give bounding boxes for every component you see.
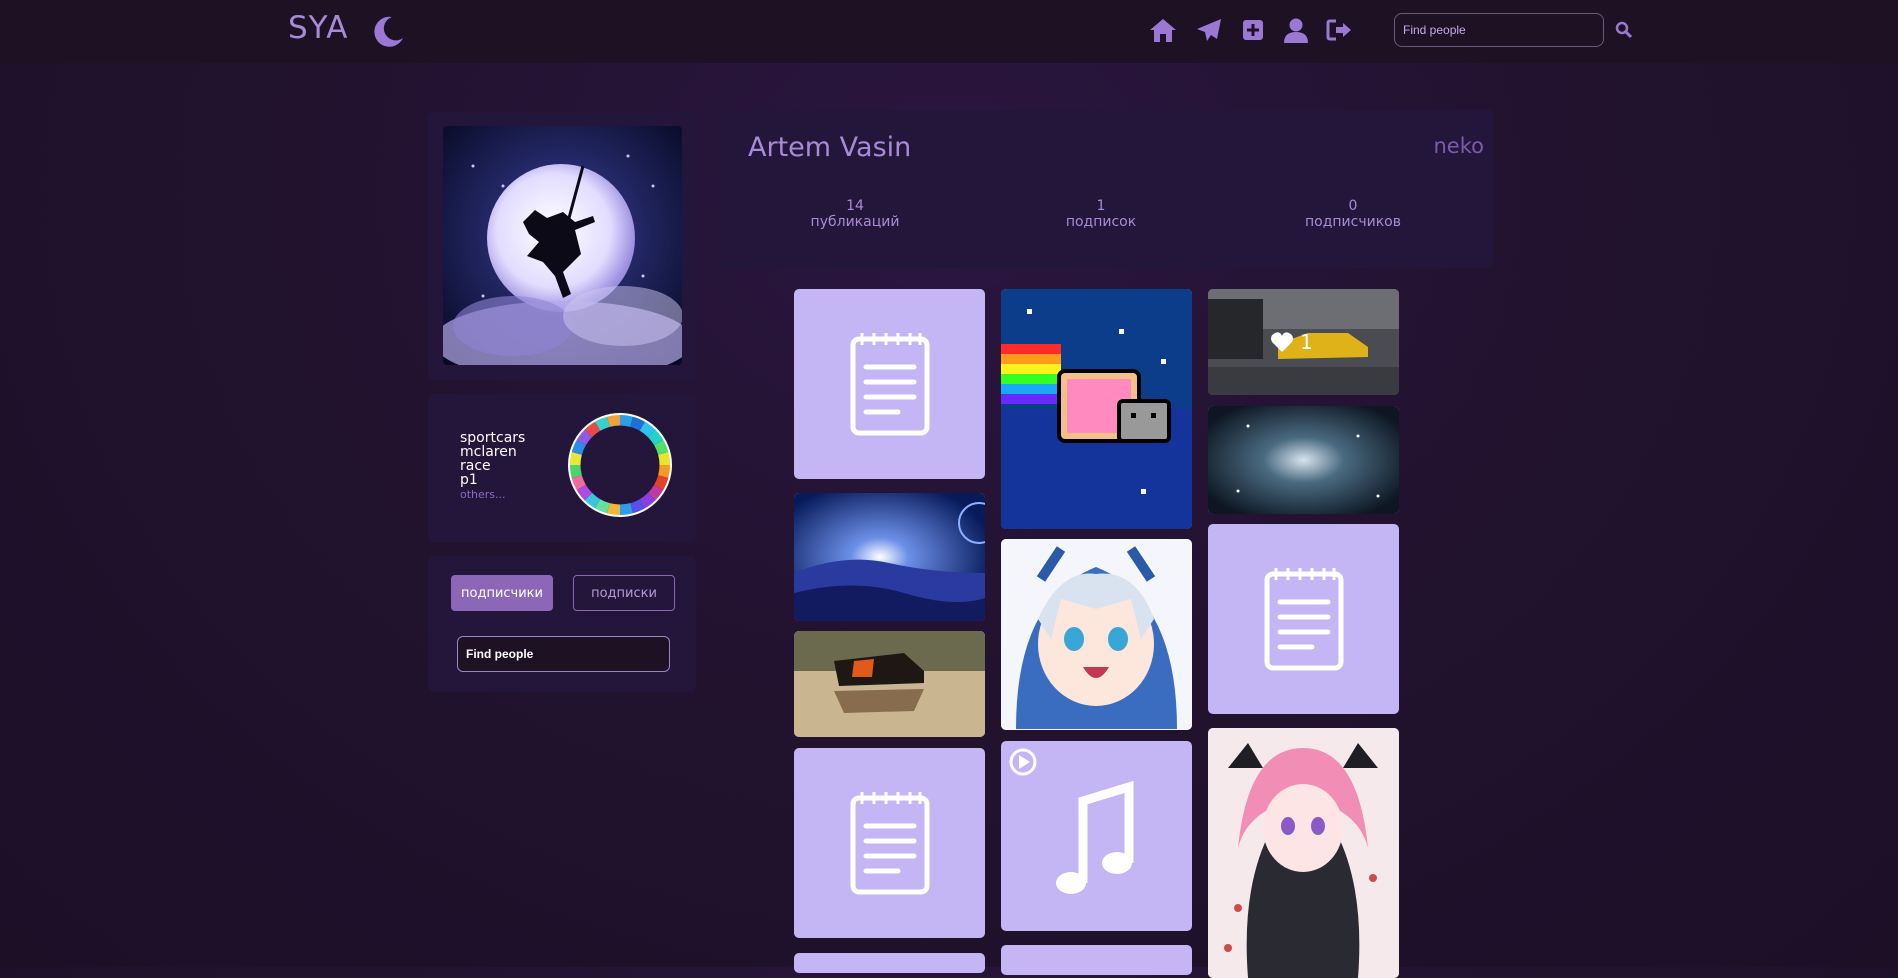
app-logo[interactable]: SYA [288, 10, 348, 46]
donut-segment [594, 416, 610, 431]
like-count: 1 [1300, 330, 1313, 354]
donut-segment [594, 499, 610, 514]
donut-segment [654, 439, 669, 455]
heart-icon [1271, 332, 1293, 352]
donut-segment [630, 499, 646, 514]
moon-icon[interactable] [370, 14, 406, 50]
donut-segment [639, 421, 656, 438]
stat-followers[interactable]: 0 подписчиков [1273, 198, 1433, 230]
post-tile-text[interactable] [794, 748, 985, 938]
post-tile-image[interactable] [1001, 539, 1192, 730]
top-navbar: SYA [0, 0, 1898, 63]
stat-number: 0 [1348, 198, 1358, 214]
donut-segment [654, 475, 669, 491]
donut-segment [647, 429, 664, 446]
post-tile-image[interactable] [794, 631, 985, 737]
notepad-icon [850, 792, 930, 895]
profile-name: Artem Vasin [748, 132, 912, 163]
search-icon[interactable] [1612, 18, 1636, 42]
logout-icon[interactable] [1325, 15, 1355, 45]
stat-label: подписок [1065, 214, 1137, 230]
home-icon[interactable] [1148, 15, 1178, 45]
donut-segment [658, 464, 671, 479]
post-tile-text[interactable] [794, 953, 985, 973]
avatar-card [428, 112, 696, 380]
donut-segment [576, 484, 593, 501]
donut-segment [571, 439, 586, 455]
post-tile-image[interactable] [794, 493, 985, 621]
stat-posts[interactable]: 14 публикаций [775, 198, 935, 230]
post-tile-image[interactable] [1001, 289, 1192, 529]
stat-label: публикаций [810, 214, 900, 230]
donut-segment [639, 492, 656, 509]
send-icon[interactable] [1194, 15, 1224, 45]
avatar[interactable] [443, 126, 682, 365]
donut-segment [606, 503, 621, 516]
search-input[interactable] [1394, 13, 1604, 47]
donut-segment [647, 484, 664, 501]
follow-card: подписчики подписки [428, 556, 696, 692]
find-people-input[interactable] [457, 636, 670, 672]
donut-segment [630, 416, 646, 431]
profile-card: Artem Vasin neko 14 публикаций 1 подписо… [718, 110, 1494, 268]
donut-segment [584, 492, 601, 509]
donut-segment [571, 475, 586, 491]
tag-others-link[interactable]: others... [460, 488, 506, 501]
post-tile-audio[interactable] [1001, 945, 1192, 975]
tags-card: sportcars mclaren race p1 others... [428, 394, 696, 542]
donut-segment [569, 451, 582, 466]
donut-segment [569, 464, 582, 479]
notepad-icon [1264, 568, 1344, 671]
post-tile-text[interactable] [1208, 524, 1399, 714]
post-tile-image[interactable] [1208, 406, 1399, 514]
donut-segment [606, 414, 621, 427]
post-tile-audio[interactable] [1001, 741, 1192, 931]
notepad-icon [850, 333, 930, 436]
add-post-icon[interactable] [1238, 15, 1268, 45]
profile-nickname: neko [1433, 134, 1485, 158]
donut-outline [568, 413, 672, 517]
stat-label: подписчиков [1305, 214, 1401, 230]
stat-following[interactable]: 1 подписок [1021, 198, 1181, 230]
user-icon[interactable] [1281, 15, 1311, 45]
tag-item[interactable]: p1 [460, 472, 478, 488]
donut-segment [584, 421, 601, 438]
following-button[interactable]: подписки [573, 575, 675, 611]
donut-segment [576, 429, 593, 446]
donut-segment [619, 503, 634, 516]
stat-number: 1 [1096, 198, 1106, 214]
tags-donut-chart [568, 413, 672, 517]
like-indicator[interactable]: 1 [1270, 330, 1313, 354]
donut-segment [658, 451, 671, 466]
donut-segment [619, 414, 634, 427]
post-tile-text[interactable] [794, 289, 985, 479]
followers-button[interactable]: подписчики [451, 575, 553, 611]
post-tile-image[interactable] [1208, 728, 1399, 978]
stat-number: 14 [846, 198, 864, 214]
